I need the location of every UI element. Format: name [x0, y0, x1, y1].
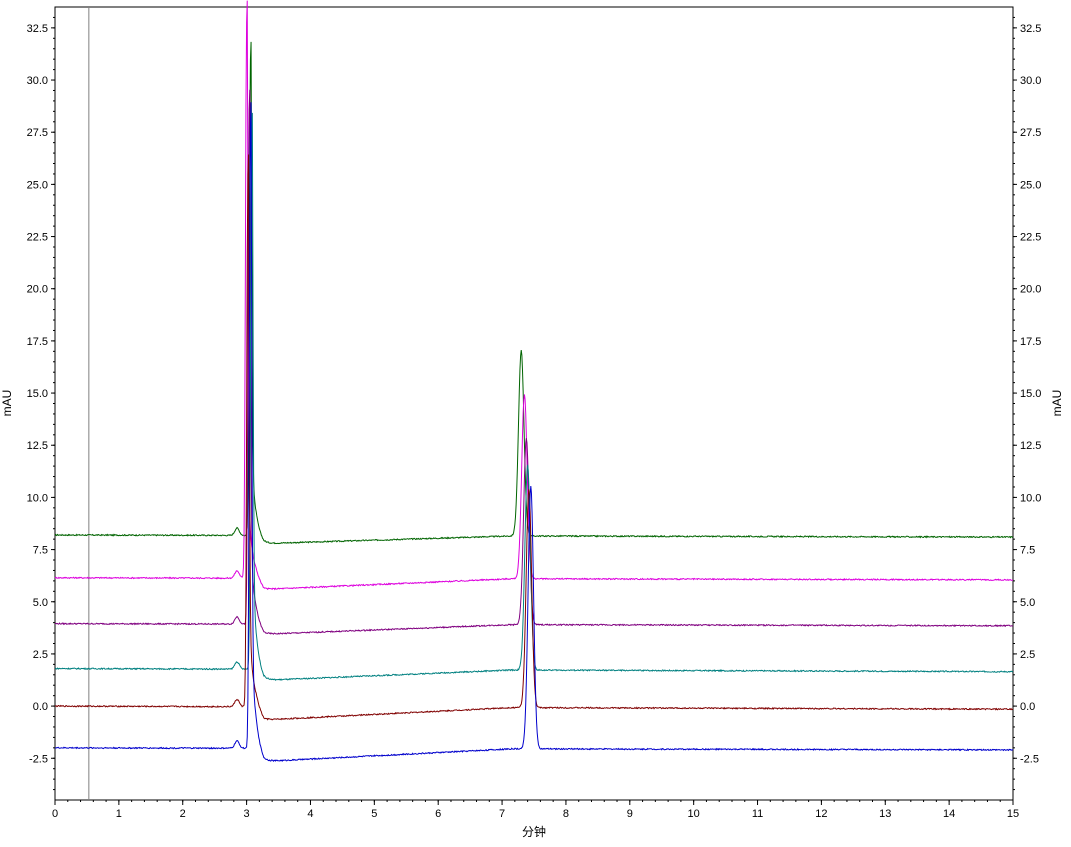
- x-tick-label: 4: [307, 808, 313, 820]
- x-tick-label: 2: [180, 808, 186, 820]
- right-y-tick-label: 2.5: [1020, 649, 1035, 661]
- x-tick-label: 14: [943, 808, 955, 820]
- left-y-tick-label: 2.5: [33, 649, 48, 661]
- right-y-tick-label: 12.5: [1020, 440, 1041, 452]
- left-y-tick-label: 25.0: [27, 179, 48, 191]
- right-y-tick-label: 32.5: [1020, 23, 1041, 35]
- left-y-tick-label: 7.5: [33, 545, 48, 557]
- left-y-tick-label: 22.5: [27, 232, 48, 244]
- left-y-tick-label: 10.0: [27, 492, 48, 504]
- left-y-tick-label: 30.0: [27, 75, 48, 87]
- right-y-tick-label: 15.0: [1020, 388, 1041, 400]
- right-y-tick-label: 17.5: [1020, 336, 1041, 348]
- right-y-tick-label: 20.0: [1020, 284, 1041, 296]
- right-y-tick-label: 30.0: [1020, 75, 1041, 87]
- series-traces: [54, 0, 1014, 762]
- right-y-tick-label: -2.5: [1020, 753, 1039, 765]
- x-tick-label: 6: [435, 808, 441, 820]
- left-y-tick-label: 17.5: [27, 336, 48, 348]
- x-tick-label: 10: [688, 808, 700, 820]
- left-y-tick-label: 5.0: [33, 597, 48, 609]
- left-y-tick-label: 32.5: [27, 23, 48, 35]
- left-y-tick-label: 27.5: [27, 127, 48, 139]
- left-y-axis-title: mAU: [0, 390, 14, 417]
- left-y-tick-label: 12.5: [27, 440, 48, 452]
- left-y-axis-ticks: -2.5 0.0 2.5 5.0 7.5 10.0 12.5 15.0 17.5 20.0 22.5…: [27, 16, 55, 791]
- right-y-axis-title: mAU: [1050, 390, 1064, 417]
- x-tick-label: 5: [371, 808, 377, 820]
- chromatogram-chart: -2.5 0.0 2.5 5.0 7.5 10.0 12.5 15.0 17.5 20.0 22.5…: [0, 0, 1071, 842]
- left-y-tick-label: -2.5: [29, 753, 48, 765]
- left-y-tick-label: 20.0: [27, 284, 48, 296]
- right-y-tick-label: 22.5: [1020, 232, 1041, 244]
- x-tick-label: 9: [627, 808, 633, 820]
- left-y-tick-label: 0.0: [33, 701, 48, 713]
- x-tick-label: 11: [752, 808, 763, 820]
- series-trace-2: [54, 0, 1014, 591]
- right-y-tick-label: 25.0: [1020, 179, 1041, 191]
- right-y-tick-label: 27.5: [1020, 127, 1041, 139]
- right-y-tick-label: 0.0: [1020, 701, 1035, 713]
- x-axis-title: 分钟: [522, 824, 546, 839]
- x-tick-label: 3: [244, 808, 250, 820]
- series-trace-1: [54, 41, 1014, 545]
- chromatogram-svg: -2.50.02.55.07.510.012.515.017.520.022.5…: [0, 0, 1064, 839]
- series-trace-3: [54, 89, 1014, 635]
- right-y-tick-label: 7.5: [1020, 545, 1035, 557]
- right-y-tick-label: 10.0: [1020, 492, 1041, 504]
- x-tick-label: 8: [563, 808, 569, 820]
- right-y-tick-label: 5.0: [1020, 597, 1035, 609]
- x-tick-label: 0: [52, 808, 58, 820]
- x-tick-label: 7: [499, 808, 505, 820]
- x-tick-label: 13: [879, 808, 891, 820]
- x-tick-label: 15: [1007, 808, 1019, 820]
- x-tick-label: 12: [815, 808, 827, 820]
- x-axis-ticks: 0 1 2 3 4 5 6 7 8 9 10 11 12 13 14 15: [52, 800, 1019, 820]
- right-y-axis-ticks: -2.5 0.0 2.5 5.0 7.5 10.0 12.5 15.0 17.5 20.0 22.5…: [1013, 16, 1041, 791]
- left-y-tick-label: 15.0: [27, 388, 48, 400]
- x-tick-label: 1: [116, 808, 122, 820]
